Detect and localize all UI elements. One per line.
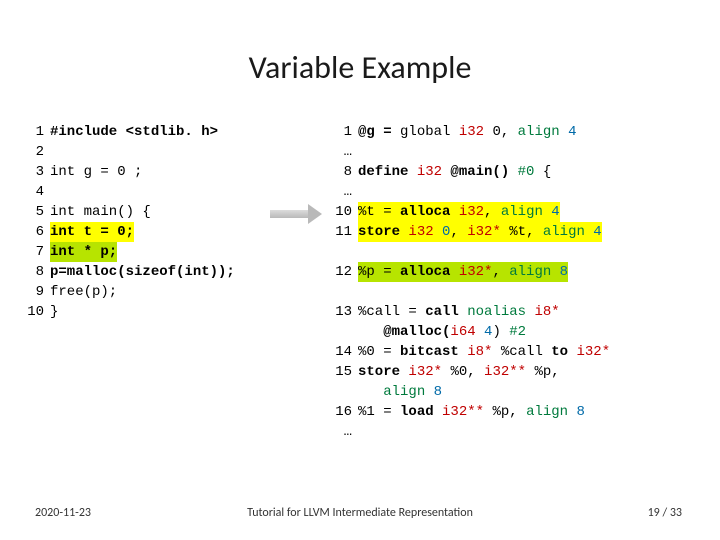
- page-title: Variable Example: [0, 48, 720, 87]
- footer-title: Tutorial for LLVM Intermediate Represent…: [0, 506, 720, 520]
- arrow-icon: [270, 204, 324, 224]
- slide: Variable Example 1#include <stdlib. h>23…: [0, 0, 720, 540]
- llvm-ir-code: 1@g = global i32 0, align 4…8define i32 …: [330, 122, 610, 442]
- source-code-c: 1#include <stdlib. h>23int g = 0 ;45int …: [22, 122, 235, 322]
- footer-page: 19 / 33: [648, 506, 682, 520]
